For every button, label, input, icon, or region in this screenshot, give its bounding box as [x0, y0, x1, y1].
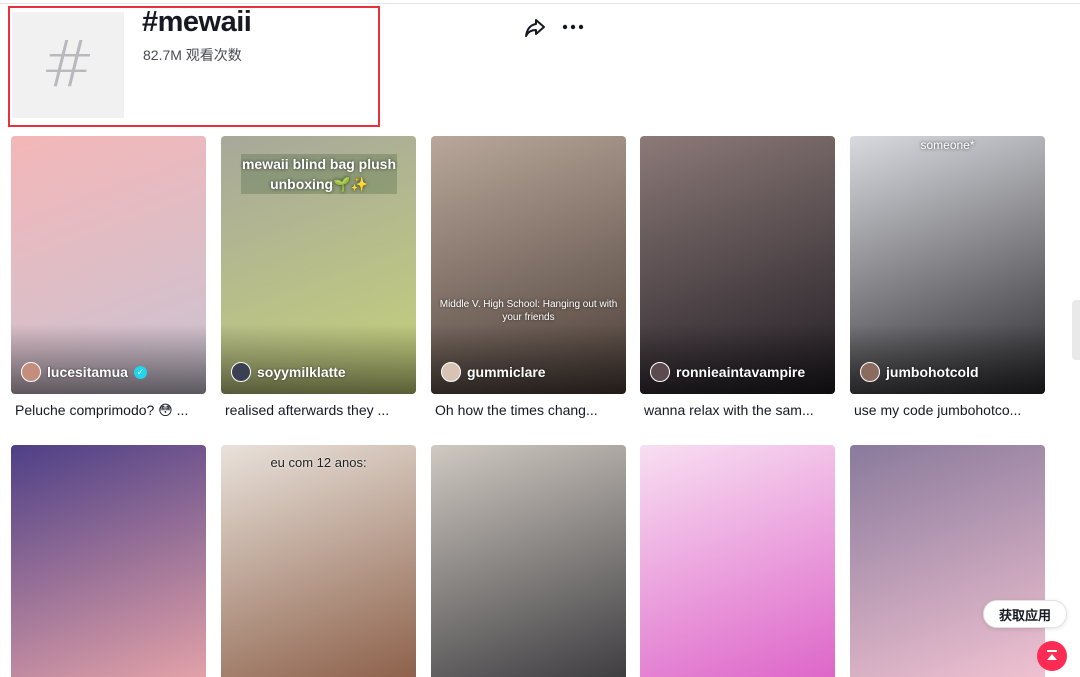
hashtag-avatar: # — [12, 12, 124, 118]
video-caption[interactable]: realised afterwards they ... — [225, 402, 415, 418]
avatar — [860, 362, 880, 382]
video-overlay-text: eu com 12 anos: — [270, 455, 367, 470]
video-caption[interactable]: wanna relax with the sam... — [644, 402, 834, 418]
avatar — [441, 362, 461, 382]
video-overlay-text: Middle V. High School: Hanging out with … — [439, 299, 618, 323]
username: gummiclare — [467, 364, 546, 380]
video-thumbnail[interactable] — [850, 445, 1045, 677]
video-thumbnail[interactable] — [11, 445, 206, 677]
video-caption[interactable]: use my code jumbohotco... — [854, 402, 1044, 418]
get-app-button[interactable]: 获取应用 — [983, 600, 1067, 628]
video-author[interactable]: ronnieaintavampire — [650, 362, 805, 382]
view-count: 82.7M 观看次数 — [143, 47, 242, 63]
more-icon[interactable] — [560, 14, 586, 40]
verified-icon: ✓ — [133, 365, 147, 379]
video-thumbnail[interactable]: lucesitamua ✓ — [11, 136, 206, 394]
video-author[interactable]: soyymilklatte — [231, 362, 346, 382]
video-caption[interactable]: Peluche comprimodo? 😳 ... — [15, 402, 205, 419]
video-thumbnail[interactable] — [640, 445, 835, 677]
video-overlay-text: mewaii blind bag plush unboxing🌱✨ — [241, 154, 397, 194]
video-thumbnail[interactable] — [431, 445, 626, 677]
video-overlay-text: someone* — [920, 138, 975, 152]
video-thumbnail[interactable]: Middle V. High School: Hanging out with … — [431, 136, 626, 394]
video-caption[interactable]: Oh how the times chang... — [435, 402, 625, 418]
video-author[interactable]: gummiclare — [441, 362, 546, 382]
video-thumbnail[interactable]: mewaii blind bag plush unboxing🌱✨ soyymi… — [221, 136, 416, 394]
scroll-handle[interactable] — [1072, 300, 1080, 360]
top-divider — [0, 3, 1080, 4]
username: jumbohotcold — [886, 364, 979, 380]
video-thumbnail[interactable]: eu com 12 anos: — [221, 445, 416, 677]
arrow-up-icon[interactable] — [1037, 641, 1067, 671]
video-author[interactable]: jumbohotcold — [860, 362, 979, 382]
hashtag-icon: # — [41, 28, 95, 102]
username: soyymilklatte — [257, 364, 346, 380]
avatar — [650, 362, 670, 382]
avatar — [231, 362, 251, 382]
video-author[interactable]: lucesitamua ✓ — [21, 362, 147, 382]
avatar — [21, 362, 41, 382]
video-thumbnail[interactable]: someone* jumbohotcold — [850, 136, 1045, 394]
username: lucesitamua — [47, 364, 128, 380]
page-title: #mewaii — [142, 6, 252, 38]
username: ronnieaintavampire — [676, 364, 806, 380]
video-thumbnail[interactable]: ronnieaintavampire — [640, 136, 835, 394]
share-icon[interactable] — [522, 14, 548, 40]
